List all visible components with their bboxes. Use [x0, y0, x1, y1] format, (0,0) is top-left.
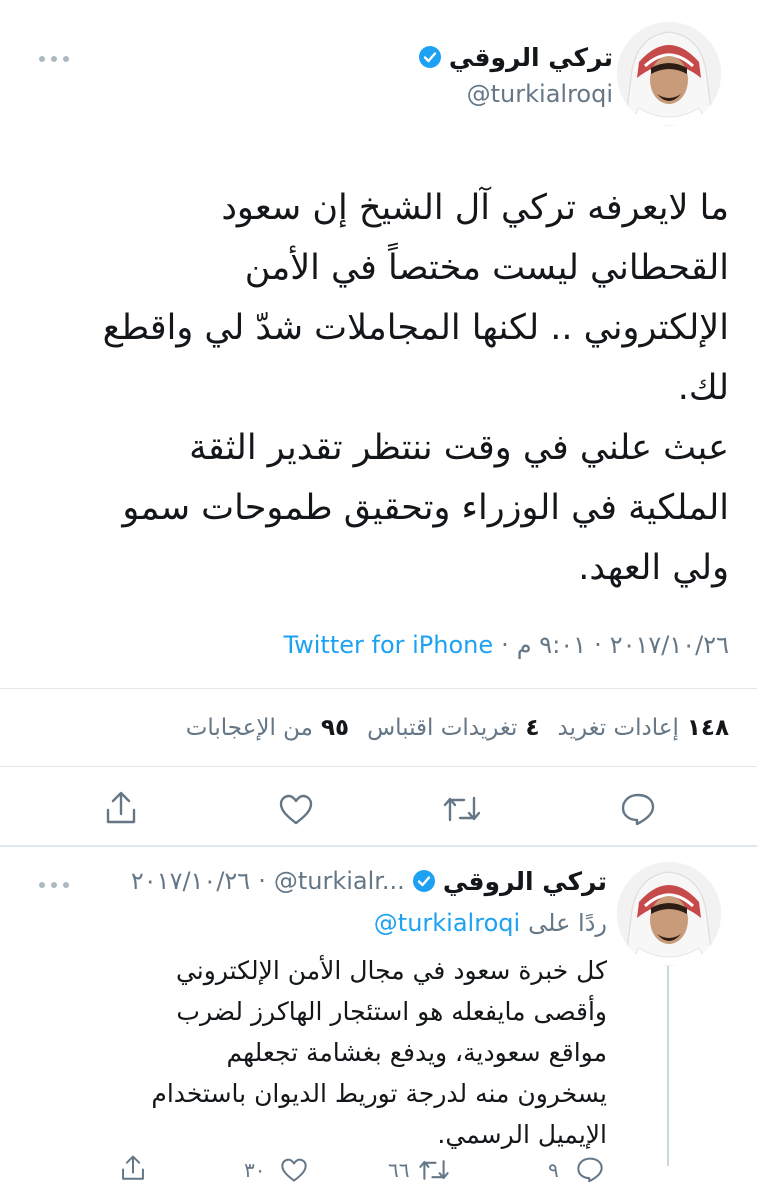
thread-line [667, 956, 669, 1166]
reply-author-avatar-image [617, 862, 721, 966]
reply-text-line: مواقع سعودية، ويدفع بغشامة تجعلهم [226, 1038, 607, 1067]
reply-text-line: يسخرون منه لدرجة توريط الديوان باستخدام [151, 1079, 607, 1108]
more-icon[interactable] [38, 50, 70, 62]
tweet-text-line: القحطاني ليست مختصاً في الأمن [244, 248, 729, 288]
replying-to-handle[interactable]: @turkialroqi [374, 909, 520, 937]
meta-separator: · [501, 631, 509, 659]
author-avatar[interactable] [617, 22, 721, 126]
share-icon[interactable] [120, 1154, 146, 1186]
reply-text: كل خبرة سعود في مجال الأمن الإلكتروني وأ… [27, 950, 607, 1155]
retweets-count: ١٤٨ [686, 715, 729, 741]
reply-text-line: وأقصى مايفعله هو استئجار الهاكرز لضرب [176, 997, 607, 1026]
more-icon[interactable] [38, 876, 70, 888]
retweet-icon[interactable] [418, 1158, 450, 1186]
quotes-count: ٤ [525, 715, 540, 741]
tweet-meta: ٢٠١٧/١٠/٢٦ · ٩:٠١ م · Twitter for iPhone [283, 628, 729, 662]
retweets-stat[interactable]: ١٤٨ إعادات تغريد [557, 715, 729, 741]
reply-icon[interactable] [620, 792, 656, 830]
reply-author-name[interactable]: تركي الروقي [443, 867, 607, 896]
reply-text-line: الإيميل الرسمي. [437, 1120, 607, 1149]
tweet-text-line: لك. [677, 368, 729, 408]
author-avatar-image [617, 22, 721, 126]
retweets-label: إعادات تغريد [557, 715, 679, 741]
tweet-text-line: ما لايعرفه تركي آل الشيخ إن سعود [221, 188, 729, 228]
author-name-row[interactable]: تركي الروقي [418, 40, 613, 74]
divider [0, 845, 757, 847]
reply-replies-count: ٩ [548, 1158, 559, 1182]
author-display-name: تركي الروقي [448, 42, 613, 72]
reply-likes-count: ٣٠ [244, 1158, 266, 1182]
tweet-text: ما لايعرفه تركي آل الشيخ إن سعود القحطان… [29, 178, 729, 598]
reply-retweets-count: ٦٦ [388, 1158, 410, 1182]
verified-badge-icon [412, 870, 435, 892]
reply-icon[interactable] [576, 1156, 604, 1187]
author-handle[interactable]: @turkialroqi [467, 80, 613, 108]
tweet-text-line: ولي العهد. [578, 548, 729, 588]
tweet-stats: ١٤٨ إعادات تغريد ٤ تغريدات اقتباس ٩٥ من … [186, 710, 729, 746]
tweet-text-line: الملكية في الوزراء وتحقيق طموحات سمو [122, 488, 729, 528]
tweet-source-link[interactable]: Twitter for iPhone [283, 631, 493, 659]
retweet-icon[interactable] [442, 794, 482, 828]
reply-date: ٢٠١٧/١٠/٢٦ [130, 867, 251, 895]
quotes-stat[interactable]: ٤ تغريدات اقتباس [367, 715, 539, 741]
reply-text-line: كل خبرة سعود في مجال الأمن الإلكتروني [175, 956, 607, 985]
replying-to-prefix: ردًا على [528, 909, 607, 937]
likes-label: من الإعجابات [185, 715, 313, 741]
reply-header: تركي الروقي @turkialr... · ٢٠١٧/١٠/٢٦ [131, 864, 607, 898]
likes-stat[interactable]: ٩٥ من الإعجابات [186, 715, 349, 741]
tweet-time: ٩:٠١ م [516, 631, 587, 659]
meta-separator: · [594, 631, 602, 659]
verified-badge-icon [418, 46, 441, 68]
divider [0, 766, 757, 767]
meta-separator: · [258, 867, 266, 895]
share-icon[interactable] [104, 790, 138, 830]
tweet-text-line: الإلكتروني .. لكنها المجاملات شدّ لي واق… [102, 308, 729, 348]
divider [0, 688, 757, 689]
heart-icon[interactable] [278, 794, 314, 830]
reply-author-handle[interactable]: @turkialr... [274, 867, 405, 895]
reply-author-avatar[interactable] [617, 862, 721, 966]
likes-count: ٩٥ [320, 715, 350, 741]
quotes-label: تغريدات اقتباس [367, 715, 518, 741]
heart-icon[interactable] [280, 1158, 308, 1187]
tweet-date: ٢٠١٧/١٠/٢٦ [609, 631, 729, 659]
replying-to: ردًا على @turkialroqi [374, 906, 607, 940]
tweet-text-line: عبث علني في وقت ننتظر تقدير الثقة [189, 428, 729, 468]
